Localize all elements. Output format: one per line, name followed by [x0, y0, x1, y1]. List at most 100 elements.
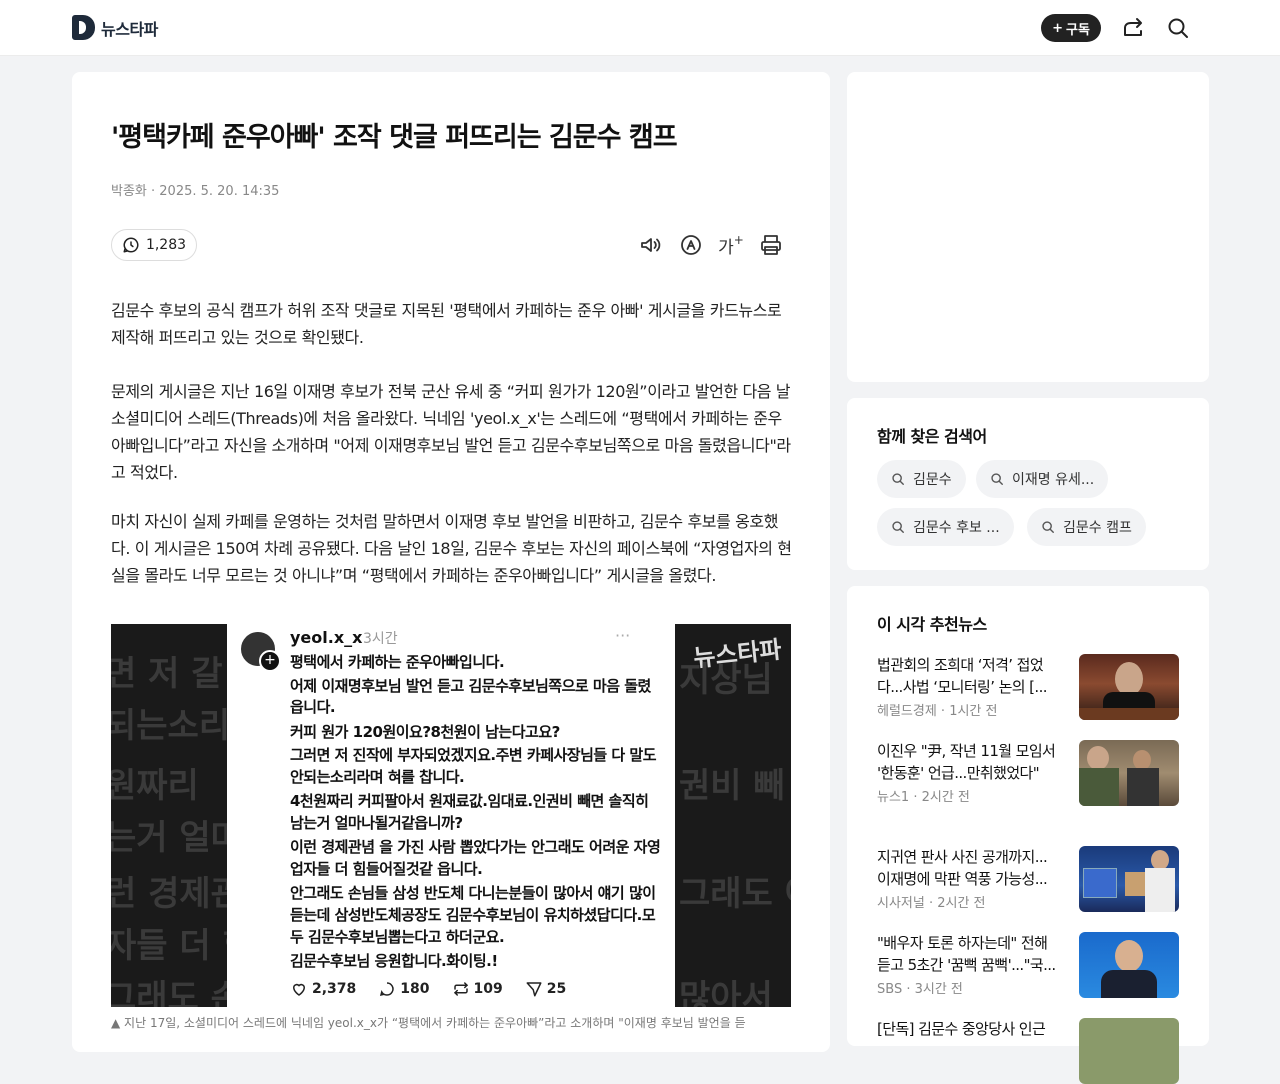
search-icon: [1042, 521, 1054, 533]
article-image[interactable]: 면 저 갈 되는소리 원짜리 는거 얼마 런 경제관 자들 더 힘 그래도 손 …: [111, 624, 791, 1007]
post-line: 두 김문수후보님뽑는다고 하더군요.: [290, 928, 505, 946]
image-blur-left: 면 저 갈 되는소리 원짜리 는거 얼마 런 경제관 자들 더 힘 그래도 손: [111, 624, 227, 1007]
news-item[interactable]: 지귀연 판사 사진 공개까지... 이재명에 막판 역풍 가능성... 시사저널…: [877, 846, 1179, 912]
post-line: 그러면 저 진작에 부자되었겠지요.주변 카페사장님들 다 말도: [290, 746, 657, 764]
comment-button[interactable]: 1,283: [111, 229, 197, 261]
search-chip-label: 김문수 후보 ...: [913, 520, 1000, 536]
font-size-button[interactable]: 가 +: [718, 232, 744, 258]
news-title[interactable]: 이진우 "尹, 작년 11월 모임서 '한동훈' 언급...만취했었다": [877, 740, 1063, 784]
reply-icon: [380, 982, 394, 997]
bg-text: 지상님: [679, 660, 773, 700]
font-size-icon: 가: [718, 237, 734, 258]
article-meta: 박종화 · 2025. 5. 20. 14:35: [111, 184, 280, 199]
post-line: 업자들 더 힘들어질것같 읍니다.: [290, 860, 483, 878]
search-chip-label: 이재명 유세...: [1012, 472, 1095, 488]
search-chip-label: 김문수 캠프: [1063, 520, 1132, 536]
post-line: 평택에서 카페하는 준우아빠입니다.: [290, 653, 505, 671]
likes-count: 2,378: [312, 981, 357, 997]
news-thumbnail[interactable]: [1079, 740, 1179, 806]
post-line: 안되는소리라며 혀를 찹니다.: [290, 768, 465, 786]
repost-icon: [453, 982, 468, 996]
news-source: 뉴스1 · 2시간 전: [877, 790, 970, 805]
post-line: 김문수후보님 응원합니다.화이팅.!: [290, 952, 498, 970]
comments-stat: 180: [378, 980, 430, 998]
post-line: 듣는데 삼성반도체공장도 김문수후보님이 유치하셨답디다.모: [290, 906, 656, 924]
listen-icon[interactable]: [638, 232, 664, 258]
news-thumbnail[interactable]: [1079, 846, 1179, 912]
print-icon[interactable]: [758, 232, 784, 258]
post-line: 남는거 얼마나될거같읍니까?: [290, 814, 463, 832]
ad-slot: [847, 72, 1209, 382]
bg-text: 그래도 어: [679, 874, 791, 914]
search-icon: [892, 521, 904, 533]
avatar: [239, 630, 281, 672]
bg-text: 그래도 손: [111, 978, 227, 1007]
post-time: 3시간: [363, 631, 398, 647]
news-thumbnail[interactable]: [1079, 1018, 1179, 1084]
shares-stat: 25: [525, 980, 566, 998]
article-paragraph: 김문수 후보의 공식 캠프가 허위 조작 댓글로 지목된 '평택에서 카페하는 …: [111, 301, 782, 347]
news-item[interactable]: "배우자 토론 하자는데" 전해 듣고 5초간 '꿈뻑 꿈뻑'..."국... …: [877, 932, 1179, 998]
search-icon: [892, 473, 904, 485]
reposts-stat: 109: [452, 980, 503, 998]
post-line: 읍니다.: [290, 698, 336, 716]
post-stats: 2,378 180 109 25: [290, 980, 566, 998]
logo-text: 뉴스타파: [101, 19, 158, 39]
subscribe-label: 구독: [1065, 22, 1090, 38]
bg-text: 는거 얼마: [111, 818, 227, 858]
site-logo[interactable]: 뉴스타파: [72, 15, 158, 40]
bg-text: 면 저 갈: [111, 654, 223, 694]
news-item[interactable]: [단독] 김문수 중앙당사 인근: [877, 1018, 1179, 1084]
more-icon: ···: [615, 626, 631, 645]
comments-count: 180: [400, 981, 430, 997]
likes-stat: 2,378: [290, 980, 356, 998]
send-icon: [526, 982, 542, 997]
news-source: 헤럴드경제 · 1시간 전: [877, 704, 998, 719]
threads-post: yeol.x_x 3시간 ··· 평택에서 카페하는 준우아빠입니다. 어제 이…: [227, 624, 675, 1007]
bg-text: 많아서: [679, 978, 773, 1007]
news-title[interactable]: 지귀연 판사 사진 공개까지... 이재명에 막판 역풍 가능성...: [877, 846, 1063, 890]
news-title[interactable]: "배우자 토론 하자는데" 전해 듣고 5초간 '꿈뻑 꿈뻑'..."국...: [877, 932, 1063, 976]
image-caption: ▲ 지난 17일, 소셜미디어 스레드에 닉네임 yeol.x_x가 “평택에서…: [111, 1016, 746, 1030]
news-item[interactable]: 법관회의 조희대 ‘저격’ 접었다...사법 ‘모니터링’ 논의 [... 헤럴…: [877, 654, 1179, 720]
logo-d-icon: [72, 15, 95, 40]
search-icon[interactable]: [1165, 15, 1191, 41]
news-title[interactable]: 법관회의 조희대 ‘저격’ 접었다...사법 ‘모니터링’ 논의 [...: [877, 654, 1063, 698]
image-blur-right: 뉴스타파 지상님 권비 빼 그래도 어 많아서: [675, 624, 791, 1007]
news-source: SBS · 3시간 전: [877, 982, 963, 997]
reposts-count: 109: [473, 981, 503, 997]
recommended-news-title: 이 시각 추천뉴스: [877, 615, 987, 634]
news-item[interactable]: 이진우 "尹, 작년 11월 모임서 '한동훈' 언급...만취했었다" 뉴스1…: [877, 740, 1179, 806]
post-line: 안그래도 손님들 삼성 반도체 다니는분들이 많아서 얘기 많이: [290, 884, 656, 902]
search-chip[interactable]: 김문수 후보 ...: [877, 508, 1014, 546]
comment-icon: [123, 237, 139, 253]
article-paragraph: 문제의 게시글은 지난 16일 이재명 후보가 전북 군산 유세 중 “커피 원…: [111, 382, 791, 482]
search-chip[interactable]: 김문수: [877, 460, 966, 498]
site-header: 뉴스타파 + 구독: [0, 0, 1280, 56]
post-line: 어제 이재명후보님 발언 듣고 김문수후보님쪽으로 마음 돌렸: [290, 677, 651, 695]
search-icon: [991, 473, 1003, 485]
bg-text: 원짜리: [111, 766, 199, 806]
news-thumbnail[interactable]: [1079, 932, 1179, 998]
news-title[interactable]: [단독] 김문수 중앙당사 인근: [877, 1018, 1063, 1040]
subscribe-button[interactable]: + 구독: [1041, 14, 1101, 42]
search-chip[interactable]: 이재명 유세...: [976, 460, 1109, 498]
plus-icon: +: [1052, 20, 1063, 36]
share-icon[interactable]: [1120, 15, 1146, 41]
news-source: 시사저널 · 2시간 전: [877, 896, 986, 911]
post-line: 4천원짜리 커피팔아서 원재료값.임대료.인권비 빼면 솔직히: [290, 792, 649, 810]
news-thumbnail[interactable]: [1079, 654, 1179, 720]
post-line: 커피 원가 120원이요?8천원이 남는다고요?: [290, 723, 560, 741]
translate-icon[interactable]: [678, 232, 704, 258]
post-username: yeol.x_x: [290, 628, 363, 647]
post-line: 이런 경제관념 을 가진 사람 뽑았다가는 안그래도 어려운 자영: [290, 838, 661, 856]
article-title: '평택카페 준우아빠' 조작 댓글 퍼뜨리는 김문수 캠프: [111, 122, 678, 153]
search-chip-label: 김문수: [913, 472, 952, 488]
bg-text: 권비 빼: [679, 766, 785, 806]
heart-icon: [292, 983, 306, 996]
comment-count: 1,283: [145, 237, 187, 253]
article-paragraph: 마치 자신이 실제 카페를 운영하는 것처럼 말하면서 이재명 후보 발언을 비…: [111, 512, 792, 585]
related-search-title: 함께 찾은 검색어: [877, 427, 987, 446]
search-chip[interactable]: 김문수 캠프: [1027, 508, 1146, 546]
bg-text: 런 경제관: [111, 874, 227, 914]
